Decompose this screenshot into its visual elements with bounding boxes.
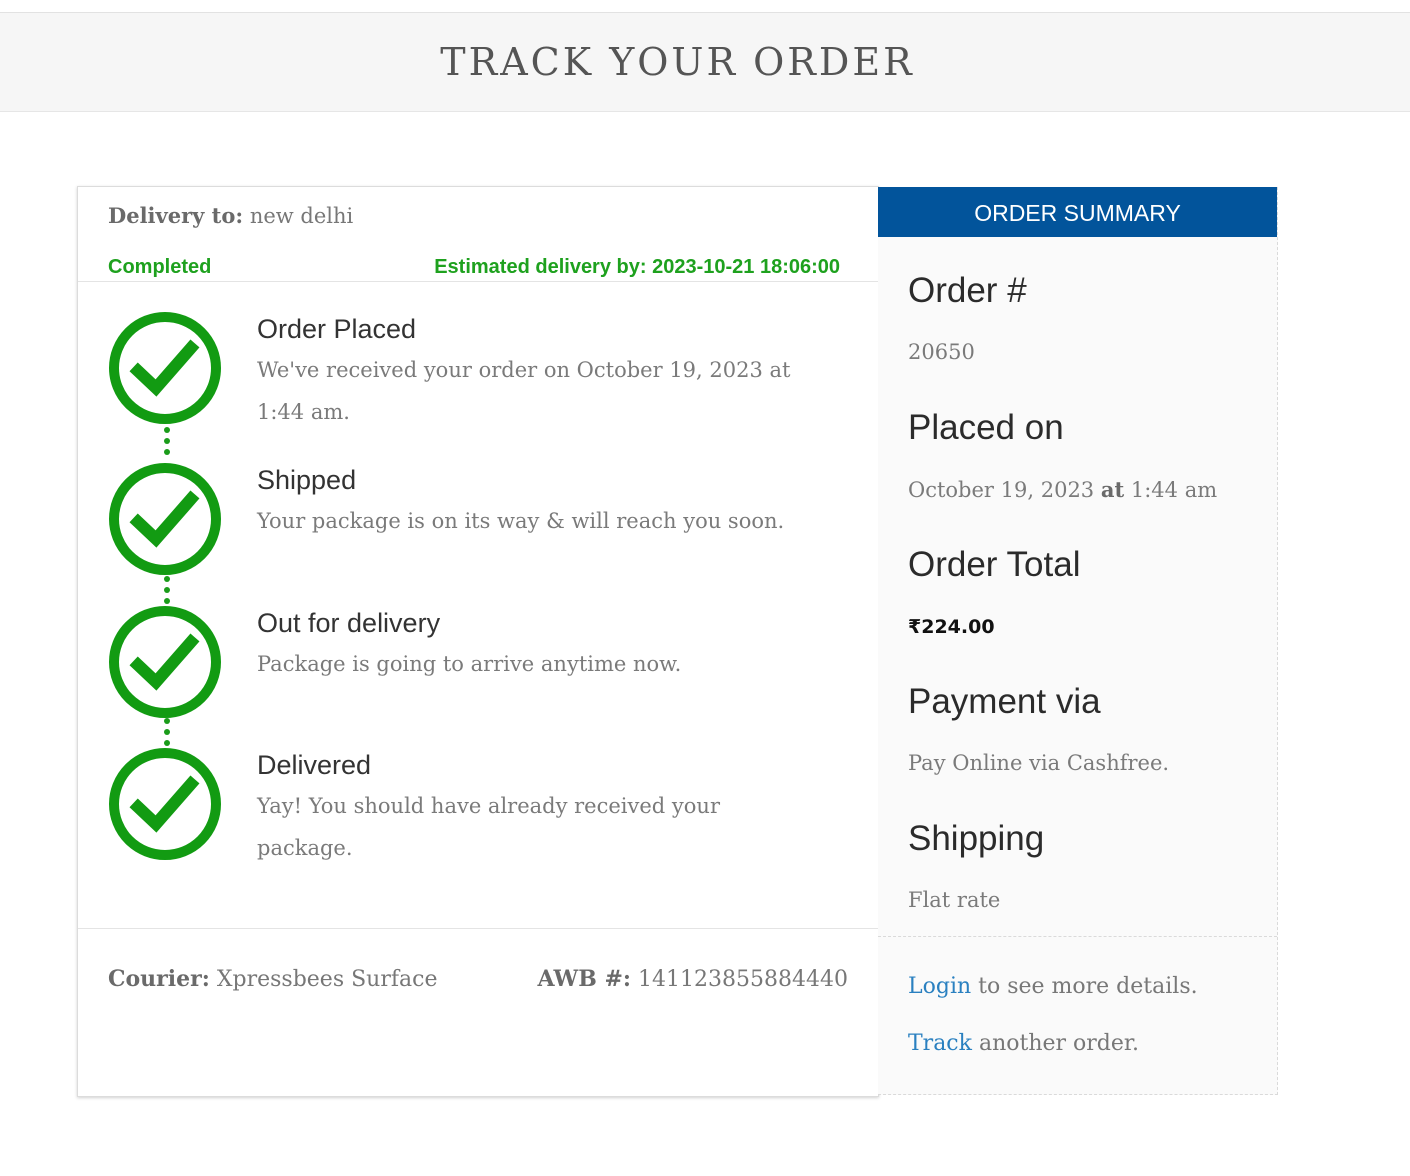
timeline-connector xyxy=(164,427,170,460)
order-total-label: Order Total xyxy=(908,545,1081,584)
check-circle-icon xyxy=(109,312,221,424)
check-circle-icon xyxy=(109,463,221,575)
courier-value: Xpressbees Surface xyxy=(216,967,438,992)
placed-date: October 19, 2023 xyxy=(908,478,1095,502)
check-circle-icon xyxy=(109,606,221,718)
login-text: to see more details. xyxy=(971,974,1198,999)
page-title: TRACK YOUR ORDER xyxy=(440,40,915,84)
shipping-value: Flat rate xyxy=(908,888,1001,912)
step-desc: Package is going to arrive anytime now. xyxy=(257,652,682,676)
track-link[interactable]: Track xyxy=(908,1031,972,1056)
status-badge: Completed xyxy=(108,256,212,278)
courier-label: Courier: xyxy=(108,966,210,992)
awb-info: AWB #: 141123855884440 xyxy=(538,966,848,992)
payment-label: Payment via xyxy=(908,682,1101,721)
order-number-value: 20650 xyxy=(908,340,975,364)
order-total-value: ₹224.00 xyxy=(908,616,995,638)
shipping-label: Shipping xyxy=(908,819,1045,858)
step-title: Shipped xyxy=(257,465,357,495)
step-desc: Yay! You should have already received yo… xyxy=(257,794,720,860)
tracking-card: Delivery to: new delhi Completed Estimat… xyxy=(77,186,879,1097)
placed-time: 1:44 am xyxy=(1130,478,1218,502)
placed-at: at xyxy=(1100,477,1125,502)
divider xyxy=(78,928,878,929)
step-desc: Your package is on its way & will reach … xyxy=(257,509,785,533)
login-line: Login to see more details. xyxy=(908,974,1198,999)
step-title: Order Placed xyxy=(257,314,417,344)
delivery-to: Delivery to: new delhi xyxy=(108,203,353,228)
placed-on-value: October 19, 2023 at 1:44 am xyxy=(908,477,1217,502)
step-title: Out for delivery xyxy=(257,608,441,638)
login-link[interactable]: Login xyxy=(908,974,971,999)
track-line: Track another order. xyxy=(908,1031,1139,1056)
check-circle-icon xyxy=(109,748,221,860)
page-header: TRACK YOUR ORDER xyxy=(0,13,1410,112)
delivery-to-value: new delhi xyxy=(249,204,354,228)
track-text: another order. xyxy=(971,1031,1139,1056)
courier-info: Courier: Xpressbees Surface xyxy=(108,966,437,992)
order-summary-heading: ORDER SUMMARY xyxy=(878,187,1277,237)
step-title: Delivered xyxy=(257,750,372,780)
payment-value: Pay Online via Cashfree. xyxy=(908,751,1170,775)
estimated-delivery: Estimated delivery by: 2023-10-21 18:06:… xyxy=(434,256,840,278)
order-summary-panel: ORDER SUMMARY Order # 20650 Placed on Oc… xyxy=(878,187,1278,1095)
placed-on-label: Placed on xyxy=(908,408,1064,447)
awb-label: AWB #: xyxy=(537,966,632,992)
divider xyxy=(78,281,878,282)
order-number-label: Order # xyxy=(908,271,1027,310)
divider xyxy=(878,936,1277,937)
awb-value: 141123855884440 xyxy=(638,967,848,992)
delivery-to-label: Delivery to: xyxy=(108,203,244,228)
step-desc: We've received your order on October 19,… xyxy=(257,358,791,424)
